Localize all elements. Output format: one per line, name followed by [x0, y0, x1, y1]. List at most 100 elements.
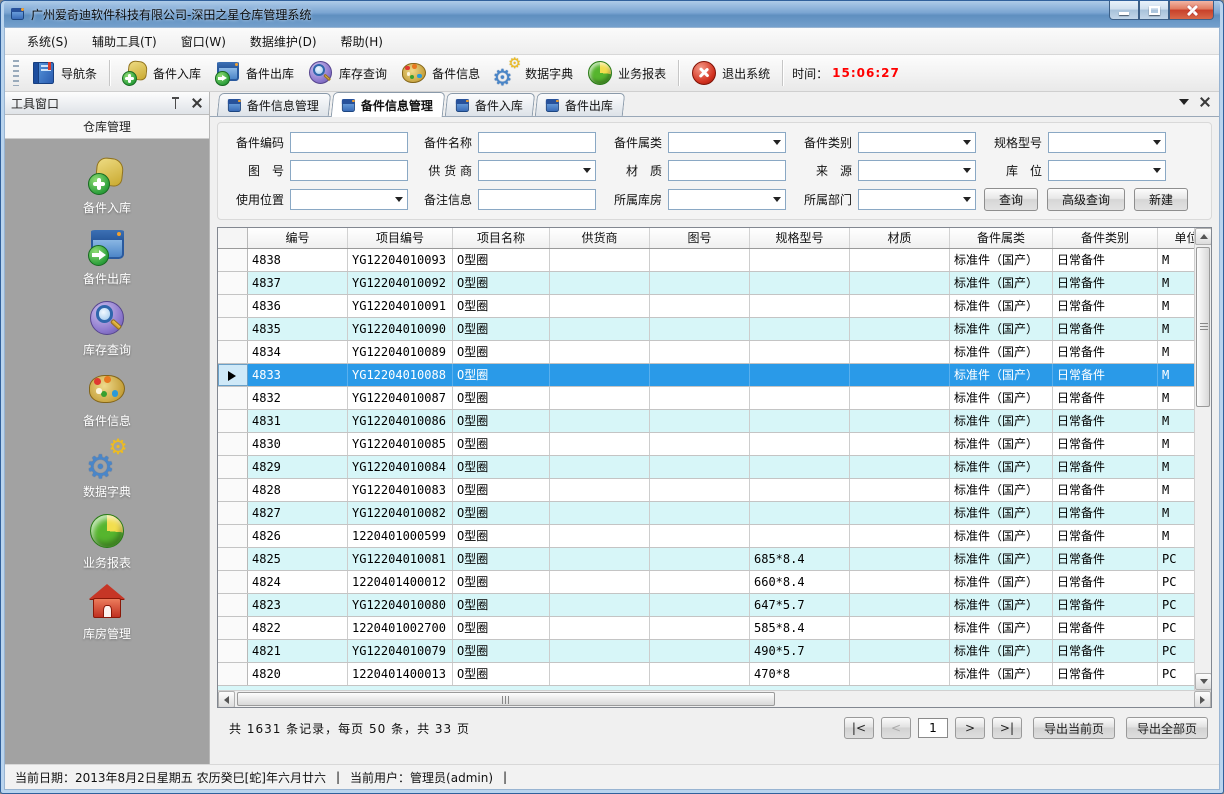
usage-position-select[interactable]: [290, 189, 408, 210]
cell-name[interactable]: O型圈: [453, 640, 550, 662]
vertical-scrollbar[interactable]: [1194, 228, 1211, 690]
table-row[interactable]: 4829YG12204010084O型圈标准件（国产）日常备件M: [218, 456, 1194, 479]
cell-material[interactable]: [850, 525, 950, 547]
cell-type[interactable]: 日常备件: [1053, 364, 1158, 386]
table-row[interactable]: 4832YG12204010087O型圈标准件（国产）日常备件M: [218, 387, 1194, 410]
cell-material[interactable]: [850, 410, 950, 432]
cell-drawing[interactable]: [650, 341, 750, 363]
cell-material[interactable]: [850, 663, 950, 685]
cell-project_no[interactable]: YG12204010079: [348, 640, 453, 662]
table-row[interactable]: 4831YG12204010086O型圈标准件（国产）日常备件M: [218, 410, 1194, 433]
sidebar-item-warehouse-mgmt[interactable]: 库房管理: [47, 583, 167, 654]
cell-id[interactable]: 4835: [248, 318, 348, 340]
cell-id[interactable]: 4838: [248, 249, 348, 271]
cell-material[interactable]: [850, 318, 950, 340]
table-row[interactable]: 4835YG12204010090O型圈标准件（国产）日常备件M: [218, 318, 1194, 341]
cell-spec[interactable]: 470*8: [750, 663, 850, 685]
cell-material[interactable]: [850, 640, 950, 662]
scroll-left-icon[interactable]: [218, 691, 235, 708]
cell-unit[interactable]: M: [1158, 272, 1194, 294]
cell-supplier[interactable]: [550, 617, 650, 639]
toolbar-button-inventory-query[interactable]: 库存查询: [301, 57, 394, 89]
cell-unit[interactable]: M: [1158, 387, 1194, 409]
cell-drawing[interactable]: [650, 387, 750, 409]
menu-help[interactable]: 帮助(H): [329, 29, 395, 54]
cell-name[interactable]: O型圈: [453, 433, 550, 455]
drawing-no-input[interactable]: [290, 160, 408, 181]
cell-id[interactable]: 4823: [248, 594, 348, 616]
vertical-scroll-thumb[interactable]: [1196, 247, 1210, 407]
cell-type[interactable]: 日常备件: [1053, 272, 1158, 294]
cell-supplier[interactable]: [550, 663, 650, 685]
cell-name[interactable]: O型圈: [453, 502, 550, 524]
cell-id[interactable]: 4833: [248, 364, 348, 386]
cell-id[interactable]: 4836: [248, 295, 348, 317]
cell-project_no[interactable]: YG12204010089: [348, 341, 453, 363]
cell-name[interactable]: O型圈: [453, 364, 550, 386]
cell-type[interactable]: 日常备件: [1053, 387, 1158, 409]
toolbar-button-exit-system[interactable]: 退出系统: [684, 57, 777, 89]
table-row[interactable]: 48201220401400013O型圈470*8标准件（国产）日常备件PC: [218, 663, 1194, 686]
column-header-material[interactable]: 材质: [850, 228, 950, 248]
table-row[interactable]: 4836YG12204010091O型圈标准件（国产）日常备件M: [218, 295, 1194, 318]
cell-type[interactable]: 日常备件: [1053, 410, 1158, 432]
cell-name[interactable]: O型圈: [453, 548, 550, 570]
toolbar-button-business-report[interactable]: 业务报表: [580, 57, 673, 89]
cell-type[interactable]: 日常备件: [1053, 525, 1158, 547]
cell-category[interactable]: 标准件（国产）: [950, 410, 1053, 432]
cell-material[interactable]: [850, 456, 950, 478]
cell-id[interactable]: 4828: [248, 479, 348, 501]
cell-name[interactable]: O型圈: [453, 617, 550, 639]
part-code-input[interactable]: [290, 132, 408, 153]
column-header-unit[interactable]: 单位: [1158, 228, 1194, 248]
cell-supplier[interactable]: [550, 479, 650, 501]
cell-spec[interactable]: 490*5.7: [750, 640, 850, 662]
cell-project_no[interactable]: 1220401400013: [348, 663, 453, 685]
table-row[interactable]: 4834YG12204010089O型圈标准件（国产）日常备件M: [218, 341, 1194, 364]
cell-category[interactable]: 标准件（国产）: [950, 571, 1053, 593]
cell-category[interactable]: 标准件（国产）: [950, 663, 1053, 685]
cell-project_no[interactable]: YG12204010085: [348, 433, 453, 455]
cell-drawing[interactable]: [650, 272, 750, 294]
cell-type[interactable]: 日常备件: [1053, 594, 1158, 616]
cell-type[interactable]: 日常备件: [1053, 341, 1158, 363]
cell-category[interactable]: 标准件（国产）: [950, 594, 1053, 616]
cell-unit[interactable]: M: [1158, 318, 1194, 340]
cell-name[interactable]: O型圈: [453, 341, 550, 363]
cell-id[interactable]: 4832: [248, 387, 348, 409]
cell-type[interactable]: 日常备件: [1053, 640, 1158, 662]
cell-material[interactable]: [850, 341, 950, 363]
next-page-button[interactable]: >: [955, 717, 985, 739]
cell-project_no[interactable]: YG12204010087: [348, 387, 453, 409]
cell-supplier[interactable]: [550, 525, 650, 547]
cell-spec[interactable]: [750, 410, 850, 432]
sidebar-item-part-info[interactable]: 备件信息: [47, 370, 167, 441]
cell-project_no[interactable]: YG12204010090: [348, 318, 453, 340]
cell-id[interactable]: 4830: [248, 433, 348, 455]
toolbar-button-outbound[interactable]: 备件出库: [208, 57, 301, 89]
cell-drawing[interactable]: [650, 456, 750, 478]
cell-unit[interactable]: PC: [1158, 594, 1194, 616]
cell-id[interactable]: 4831: [248, 410, 348, 432]
cell-spec[interactable]: 660*8.4: [750, 571, 850, 593]
tab-part-info-mgmt-2[interactable]: 备件信息管理: [331, 92, 446, 117]
cell-supplier[interactable]: [550, 571, 650, 593]
cell-material[interactable]: [850, 433, 950, 455]
table-row[interactable]: 48221220401002700O型圈585*8.4标准件（国产）日常备件PC: [218, 617, 1194, 640]
cell-name[interactable]: O型圈: [453, 479, 550, 501]
cell-drawing[interactable]: [650, 594, 750, 616]
cell-supplier[interactable]: [550, 456, 650, 478]
cell-type[interactable]: 日常备件: [1053, 433, 1158, 455]
cell-drawing[interactable]: [650, 663, 750, 685]
cell-supplier[interactable]: [550, 387, 650, 409]
tab-outbound[interactable]: 备件出库: [535, 93, 625, 116]
cell-spec[interactable]: [750, 272, 850, 294]
cell-supplier[interactable]: [550, 341, 650, 363]
cell-supplier[interactable]: [550, 249, 650, 271]
cell-name[interactable]: O型圈: [453, 594, 550, 616]
tab-close-icon[interactable]: [1199, 96, 1211, 108]
cell-id[interactable]: 4824: [248, 571, 348, 593]
cell-category[interactable]: 标准件（国产）: [950, 318, 1053, 340]
cell-unit[interactable]: PC: [1158, 640, 1194, 662]
cell-supplier[interactable]: [550, 318, 650, 340]
